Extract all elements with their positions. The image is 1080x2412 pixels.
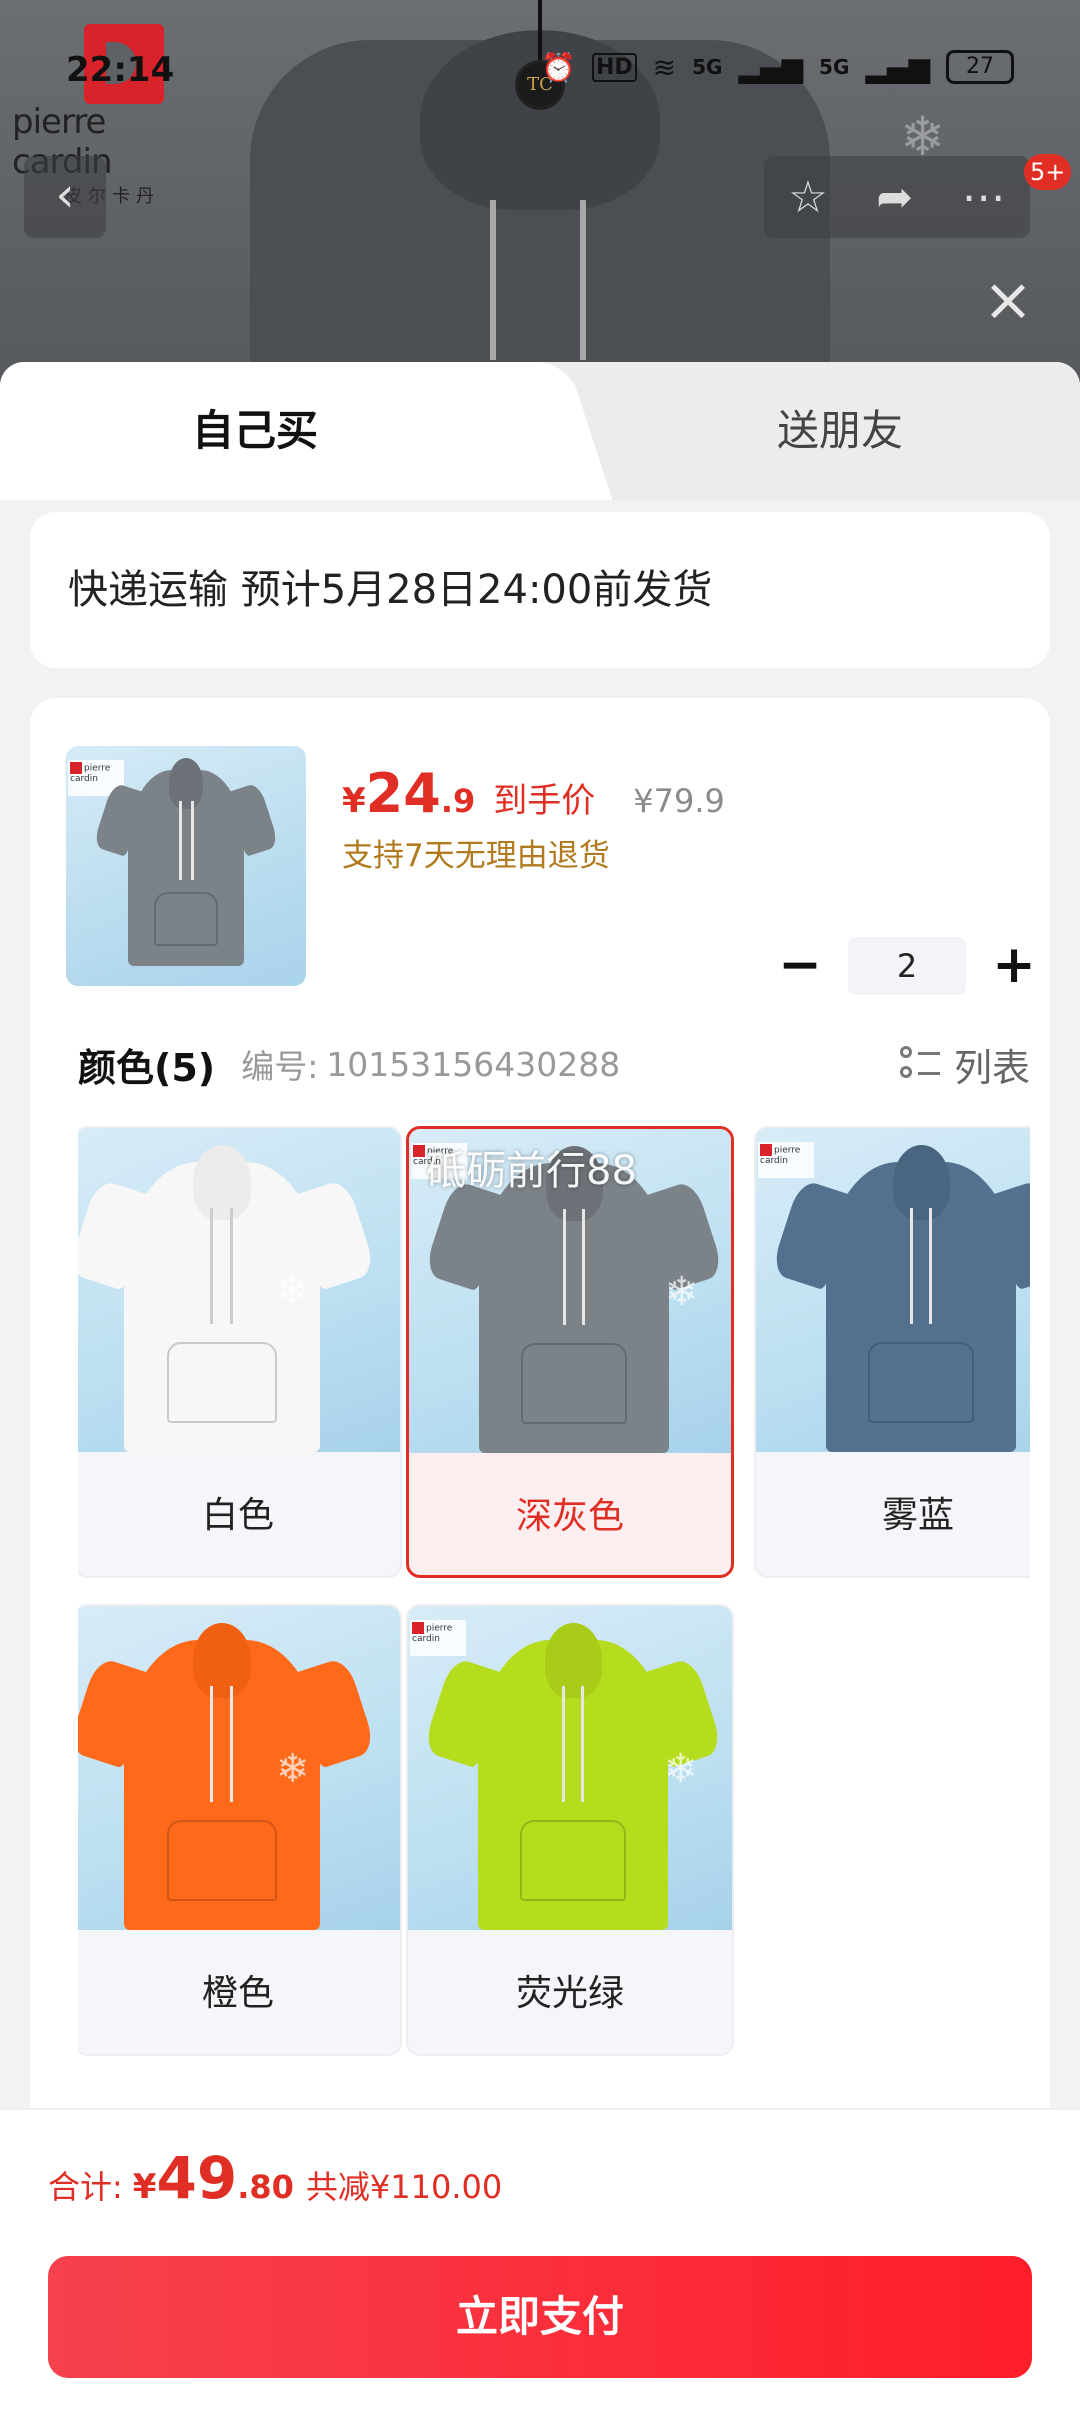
- shirt-graphic: [93, 758, 279, 966]
- close-icon[interactable]: ×: [978, 270, 1038, 330]
- star-icon[interactable]: ☆: [788, 172, 827, 223]
- battery-icon: 27: [946, 50, 1014, 84]
- watermark-text: 砥砺前行88: [426, 1148, 637, 1194]
- price-currency: ¥: [342, 781, 366, 821]
- status-time: 22:14: [66, 50, 175, 90]
- color-option-image: pierre cardin: [756, 1128, 1030, 1452]
- color-option-image: ❄: [78, 1606, 400, 1930]
- snowflake-icon: ❄: [276, 1268, 310, 1314]
- snowflake-icon: ❄: [276, 1746, 310, 1792]
- pay-button-container: 立即支付: [0, 2242, 1080, 2412]
- alarm-icon: ⏰: [541, 50, 576, 84]
- brand-mini-logo: pierre cardin: [410, 1620, 466, 1656]
- tab-buy-self[interactable]: 自己买: [0, 362, 560, 500]
- color-options-grid: ❄ 白色 pierre cardin ❄ 深灰色 pierre cardin 雾…: [78, 1126, 1030, 2086]
- share-icon[interactable]: ➦: [876, 172, 913, 223]
- signal-icon-2: 5G: [819, 55, 850, 79]
- purchase-tabs: 自己买 送朋友: [0, 362, 1080, 500]
- color-option-image: pierre cardin ❄: [408, 1606, 732, 1930]
- color-option-neon-green[interactable]: pierre cardin ❄ 荧光绿: [406, 1604, 734, 2056]
- shipping-info: 快递运输 预计5月28日24:00前发货: [30, 512, 1050, 668]
- list-view-button[interactable]: 列表: [899, 1037, 1030, 1092]
- color-header: 颜色(5) 编号: 10153156430288 列表: [78, 1034, 1030, 1094]
- signal-bars-icon-2: ▂▄▆: [865, 50, 930, 84]
- total-bar: 合计: ¥ 49 .80 共减¥110.00: [0, 2108, 1080, 2242]
- color-option-label: 橙色: [201, 1973, 274, 2014]
- total-decimal: .80: [237, 2168, 294, 2206]
- wifi-icon: ≋: [652, 50, 677, 84]
- tab-send-friend[interactable]: 送朋友: [600, 362, 1080, 500]
- code-label: 编号:: [241, 1047, 319, 1086]
- color-option-image: ❄: [78, 1128, 400, 1452]
- product-thumbnail: pierre cardin: [66, 746, 306, 986]
- total-label: 合计:: [48, 2168, 123, 2206]
- color-option-white[interactable]: ❄ 白色: [78, 1126, 402, 1578]
- drawstring: [490, 200, 496, 360]
- list-icon: [899, 1044, 940, 1084]
- status-icons: ⏰ HD ≋ 5G ▂▄▆ 5G ▂▄▆ 27: [541, 50, 1014, 84]
- status-bar: 22:14 ⏰ HD ≋ 5G ▂▄▆ 5G ▂▄▆ 27: [0, 46, 1080, 96]
- plus-button[interactable]: +: [984, 936, 1044, 996]
- color-option-mist-blue[interactable]: pierre cardin 雾蓝: [754, 1126, 1030, 1578]
- color-option-label: 雾蓝: [881, 1495, 954, 1536]
- brand-mini-logo: pierre cardin: [758, 1142, 814, 1178]
- drawstring: [580, 200, 586, 360]
- purchase-sheet: 自己买 送朋友 快递运输 预计5月28日24:00前发货 pierre card…: [0, 362, 1080, 2412]
- total-savings: 共减¥110.00: [305, 2168, 503, 2206]
- price-row: ¥ 24 .9 到手价 ¥79.9: [342, 762, 725, 825]
- quantity-input[interactable]: 2: [848, 937, 966, 995]
- back-icon: ‹: [55, 167, 75, 223]
- more-icon[interactable]: ⋯: [962, 172, 1006, 223]
- quantity-stepper: − 2 +: [770, 936, 1044, 996]
- signal-bars-icon: ▂▄▆: [738, 50, 804, 84]
- nav-actions: ☆ ➦ ⋯: [764, 156, 1030, 238]
- total-currency: ¥: [132, 2167, 157, 2207]
- price-decimal: .9: [440, 782, 476, 820]
- product-card: pierre cardin ¥ 24 .9 到手价 ¥79.9 支持7天无理由退…: [30, 698, 1050, 2258]
- pay-now-button[interactable]: 立即支付: [48, 2256, 1032, 2378]
- hd-icon: HD: [591, 52, 637, 82]
- final-price-tag: 到手价: [493, 781, 596, 821]
- notification-badge: 5+: [1024, 154, 1072, 190]
- color-option-orange[interactable]: ❄ 橙色: [78, 1604, 402, 2056]
- total-integer: 49: [156, 2144, 238, 2212]
- snowflake-icon: ❄: [665, 1269, 699, 1315]
- color-option-label: 深灰色: [515, 1496, 624, 1537]
- code-value: 10153156430288: [326, 1044, 621, 1084]
- price-integer: 24: [365, 762, 441, 825]
- signal-icon: 5G: [692, 55, 723, 79]
- snowflake-icon: ❄: [664, 1746, 698, 1792]
- color-option-label: 白色: [201, 1495, 274, 1536]
- return-policy: 支持7天无理由退货: [342, 838, 610, 874]
- back-button[interactable]: ‹: [24, 156, 106, 238]
- minus-button[interactable]: −: [770, 936, 830, 996]
- original-price: ¥79.9: [633, 782, 725, 820]
- list-label: 列表: [953, 1045, 1030, 1090]
- color-option-label: 荧光绿: [515, 1973, 624, 2014]
- color-title: 颜色(5): [78, 1045, 216, 1090]
